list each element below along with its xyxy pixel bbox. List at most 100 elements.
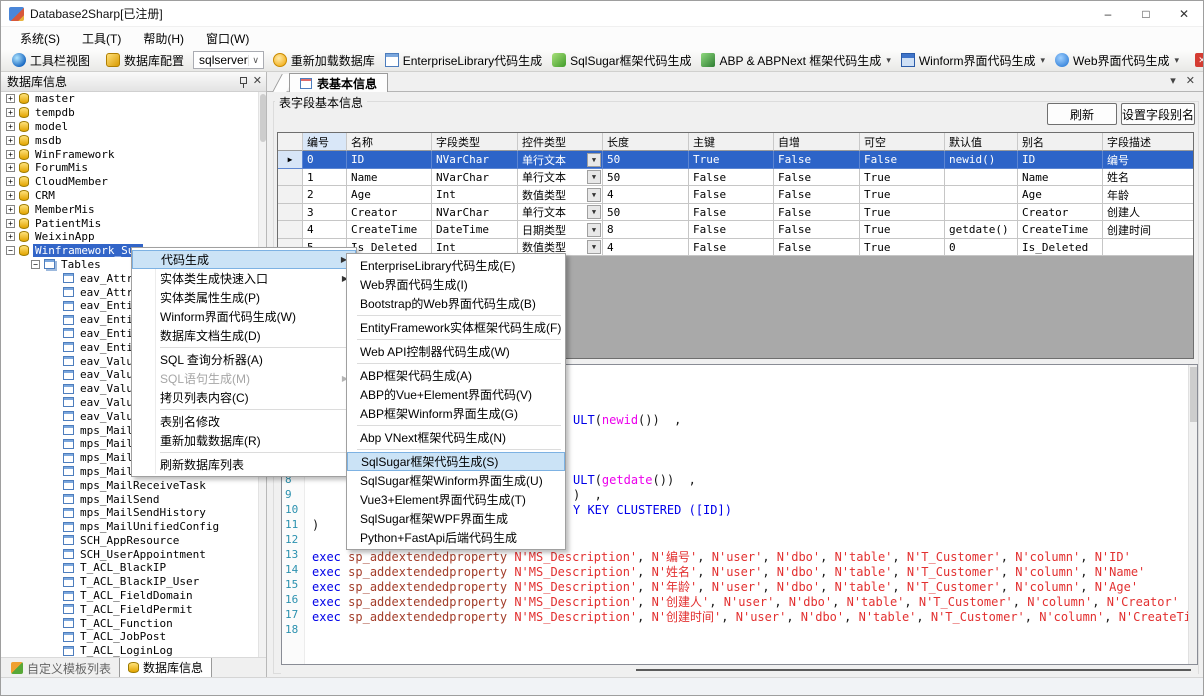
grid-column-header[interactable]: 字段类型 — [432, 133, 518, 151]
expand-icon[interactable]: + — [6, 205, 15, 214]
submenu-item-18[interactable]: Python+FastApi后端代码生成 — [347, 528, 565, 547]
bottom-tab-1[interactable]: 数据库信息 — [119, 658, 212, 678]
grid-cell[interactable]: False — [774, 221, 860, 239]
tree-item-database[interactable]: +CloudMember — [1, 175, 258, 189]
grid-cell[interactable]: 单行文本▼ — [518, 151, 603, 169]
grid-cell[interactable]: NVarChar — [432, 204, 518, 222]
submenu-item-10[interactable]: ABP框架Winform界面生成(G) — [347, 404, 565, 423]
grid-cell[interactable]: 8 — [603, 221, 689, 239]
combo-dropdown-icon[interactable]: ▼ — [587, 153, 601, 167]
tree-item-table[interactable]: T_ACL_JobPost — [1, 630, 258, 644]
grid-cell[interactable]: False — [774, 186, 860, 204]
sqlsugar-codegen-button[interactable]: SqlSugar框架代码生成 — [547, 50, 696, 71]
grid-row-header[interactable] — [278, 186, 303, 204]
grid-cell[interactable]: 0 — [303, 151, 347, 169]
toolbar-view-button[interactable]: 工具栏视图 — [7, 50, 95, 71]
submenu-item-2[interactable]: Bootstrap的Web界面代码生成(B) — [347, 294, 565, 313]
grid-cell[interactable]: newid() — [945, 151, 1018, 169]
chevron-down-icon[interactable]: ▾ — [1041, 55, 1046, 66]
grid-cell[interactable]: 3 — [303, 204, 347, 222]
expand-icon[interactable]: + — [6, 232, 15, 241]
tree-item-table[interactable]: mps_MailUnifiedConfig — [1, 520, 258, 534]
close-button[interactable]: ✕ — [1165, 1, 1203, 26]
grid-cell[interactable]: ID — [1018, 151, 1103, 169]
collapse-icon[interactable]: − — [31, 260, 40, 269]
grid-cell[interactable]: 数值类型▼ — [518, 186, 603, 204]
tree-item-table[interactable]: T_ACL_FieldDomain — [1, 589, 258, 603]
grid-cell[interactable]: False — [774, 169, 860, 187]
grid-column-header[interactable]: 控件类型 — [518, 133, 603, 151]
grid-cell[interactable]: Age — [1018, 186, 1103, 204]
grid-cell[interactable]: NVarChar — [432, 169, 518, 187]
context-menu-item-10[interactable]: 表别名修改 — [132, 412, 356, 431]
context-menu-item-7[interactable]: SQL语句生成(M)▶ — [132, 369, 356, 388]
grid-cell[interactable]: 单行文本▼ — [518, 204, 603, 222]
grid-cell[interactable]: 姓名 — [1103, 169, 1194, 187]
grid-cell[interactable]: False — [774, 151, 860, 169]
tree-item-database[interactable]: +ForumMis — [1, 161, 258, 175]
context-menu-item-11[interactable]: 重新加载数据库(R) — [132, 431, 356, 450]
grid-cell[interactable]: 编号 — [1103, 151, 1194, 169]
grid-column-header[interactable]: 编号 — [303, 133, 347, 151]
grid-cell[interactable]: 4 — [603, 239, 689, 257]
editor-vscrollbar-thumb[interactable] — [1190, 367, 1197, 422]
menubar-item-3[interactable]: 窗口(W) — [195, 27, 260, 50]
chevron-down-icon[interactable]: ▾ — [1170, 74, 1176, 87]
grid-column-header[interactable]: 可空 — [860, 133, 945, 151]
tree-item-database[interactable]: +CRM — [1, 189, 258, 203]
tree-item-database[interactable]: +WinFramework — [1, 147, 258, 161]
database-config-button[interactable]: 数据库配置 — [101, 50, 189, 71]
pin-icon[interactable] — [238, 76, 247, 88]
submenu-item-15[interactable]: SqlSugar框架Winform界面生成(U) — [347, 471, 565, 490]
grid-cell[interactable] — [945, 186, 1018, 204]
expand-icon[interactable]: + — [6, 94, 15, 103]
grid-cell[interactable]: False — [689, 186, 774, 204]
grid-cell[interactable] — [1103, 239, 1194, 257]
tree-item-database[interactable]: +WeixinApp — [1, 230, 258, 244]
submenu-item-8[interactable]: ABP框架代码生成(A) — [347, 366, 565, 385]
tree-item-table[interactable]: T_ACL_Function — [1, 616, 258, 630]
grid-cell[interactable]: 创建人 — [1103, 204, 1194, 222]
grid-cell[interactable]: CreateTime — [347, 221, 432, 239]
expand-icon[interactable]: + — [6, 136, 15, 145]
bottom-tab-0[interactable]: 自定义模板列表 — [3, 658, 119, 678]
grid-cell[interactable]: True — [860, 221, 945, 239]
tree-item-table[interactable]: SCH_UserAppointment — [1, 547, 258, 561]
grid-row-header[interactable] — [278, 221, 303, 239]
tree-item-table[interactable]: T_ACL_LoginLog — [1, 644, 258, 657]
context-menu-item-6[interactable]: SQL 查询分析器(A) — [132, 350, 356, 369]
menubar-item-2[interactable]: 帮助(H) — [132, 27, 195, 50]
submenu-item-0[interactable]: EnterpriseLibrary代码生成(E) — [347, 256, 565, 275]
grid-cell[interactable]: ID — [347, 151, 432, 169]
tree-item-database[interactable]: +PatientMis — [1, 216, 258, 230]
exit-button[interactable]: 退出 — [1190, 50, 1204, 71]
submenu-item-14[interactable]: SqlSugar框架代码生成(S) — [347, 452, 565, 471]
winform-codegen-button[interactable]: Winform界面代码生成▾ — [896, 50, 1050, 71]
tree-item-table[interactable]: T_ACL_FieldPermit — [1, 602, 258, 616]
abp-codegen-button[interactable]: ABP & ABPNext 框架代码生成▾ — [696, 50, 895, 71]
panel-close-icon[interactable]: ✕ — [253, 76, 262, 87]
grid-cell[interactable]: 单行文本▼ — [518, 169, 603, 187]
database-type-combo[interactable]: sqlserver∨ — [193, 51, 264, 69]
grid-row-header[interactable] — [278, 169, 303, 187]
grid-column-header[interactable]: 自增 — [774, 133, 860, 151]
grid-cell[interactable]: 日期类型▼ — [518, 221, 603, 239]
tree-item-database[interactable]: +tempdb — [1, 106, 258, 120]
grid-cell[interactable]: 4 — [603, 186, 689, 204]
grid-cell[interactable]: False — [689, 169, 774, 187]
tree-item-table[interactable]: T_ACL_BlackIP_User — [1, 575, 258, 589]
grid-cell[interactable]: 50 — [603, 151, 689, 169]
minimize-button[interactable]: – — [1089, 1, 1127, 26]
submenu-item-1[interactable]: Web界面代码生成(I) — [347, 275, 565, 294]
grid-cell[interactable]: Creator — [1018, 204, 1103, 222]
menubar-item-0[interactable]: 系统(S) — [9, 27, 71, 50]
web-codegen-button[interactable]: Web界面代码生成▾ — [1050, 50, 1184, 71]
context-menu-item-0[interactable]: 代码生成▶ — [132, 250, 356, 269]
expand-icon[interactable]: + — [6, 191, 15, 200]
grid-column-header[interactable]: 长度 — [603, 133, 689, 151]
combo-dropdown-icon[interactable]: ▼ — [587, 188, 601, 202]
grid-cell[interactable]: 0 — [945, 239, 1018, 257]
tree-scrollbar-thumb[interactable] — [260, 94, 266, 142]
grid-cell[interactable] — [945, 204, 1018, 222]
grid-cell[interactable]: False — [774, 204, 860, 222]
